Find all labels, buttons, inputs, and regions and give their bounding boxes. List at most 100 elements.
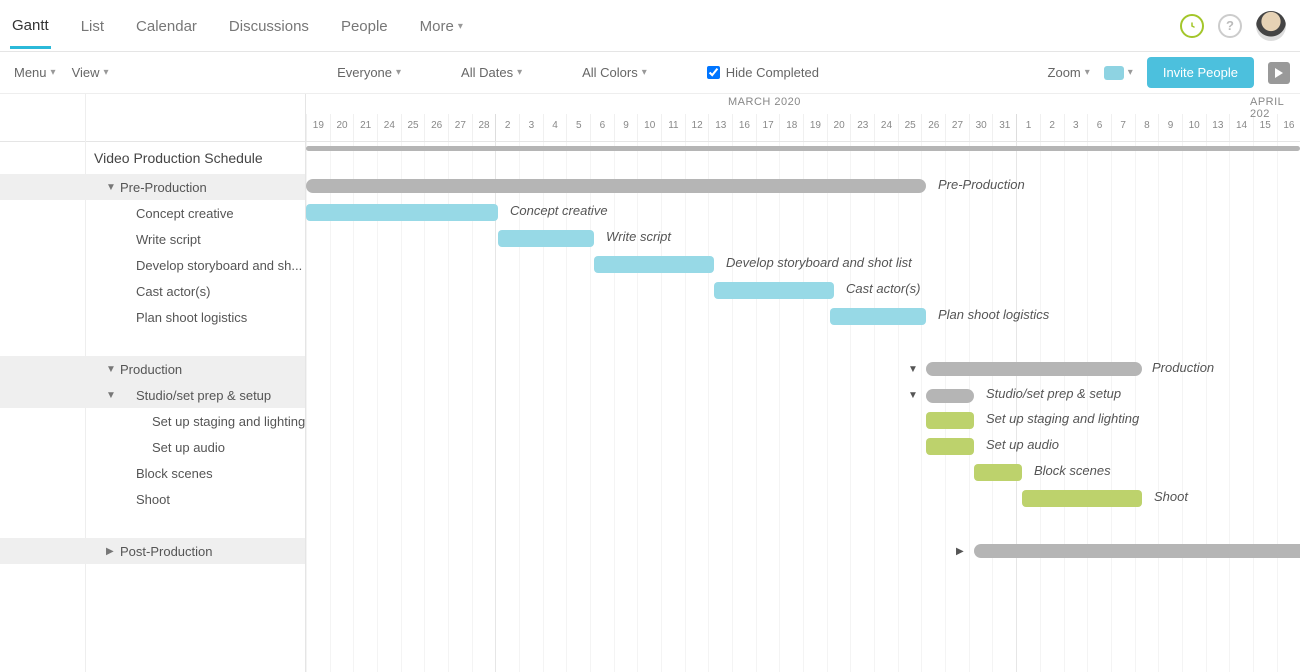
task-row-cast[interactable]: Cast actor(s) <box>0 278 305 304</box>
bar-cast[interactable] <box>714 282 834 299</box>
bar-label: Block scenes <box>1034 463 1111 478</box>
day-header-cell: 19 <box>803 114 827 141</box>
bar-staging[interactable] <box>926 412 974 429</box>
collapse-icon[interactable]: ▼ <box>908 364 918 375</box>
day-header-cell: 23 <box>850 114 874 141</box>
timeline-pane[interactable]: MARCH 2020 APRIL 202 1920212425262728234… <box>306 94 1300 672</box>
filter-colors[interactable]: All Colors ▾ <box>582 65 647 80</box>
day-header-cell: 26 <box>424 114 448 141</box>
tab-more[interactable]: More ▾ <box>418 3 465 49</box>
hide-completed-checkbox[interactable] <box>707 66 720 79</box>
hide-completed-label: Hide Completed <box>726 65 819 80</box>
bar-shoot[interactable] <box>1022 490 1142 507</box>
bar-label: Production <box>1152 360 1214 375</box>
nav-right: ? <box>1180 11 1292 41</box>
group-label: Pre-Production <box>120 180 207 195</box>
day-header-cell: 1 <box>1016 114 1040 141</box>
bar-production[interactable] <box>926 362 1142 376</box>
bar-audio[interactable] <box>926 438 974 455</box>
bar-postproduction[interactable] <box>974 544 1300 558</box>
month-row: MARCH 2020 APRIL 202 <box>306 94 1300 114</box>
bar-storyboard[interactable] <box>594 256 714 273</box>
zoom-color-button[interactable]: ▾ <box>1104 66 1133 80</box>
expand-icon[interactable]: ▶ <box>956 546 964 557</box>
toolbar: Menu ▾ View ▾ Everyone ▾ All Dates ▾ All… <box>0 52 1300 94</box>
menu-label: Menu <box>14 65 47 80</box>
collapse-icon[interactable]: ▼ <box>908 390 918 401</box>
collapse-icon[interactable]: ▼ <box>106 364 116 375</box>
tab-discussions[interactable]: Discussions <box>227 3 311 49</box>
bar-preproduction[interactable] <box>306 179 926 193</box>
filter-colors-label: All Colors <box>582 65 638 80</box>
day-header-cell: 17 <box>756 114 780 141</box>
menu-button[interactable]: Menu ▾ <box>14 65 56 80</box>
bar-label: Concept creative <box>510 203 608 218</box>
expand-icon[interactable]: ▶ <box>106 546 114 557</box>
month-label: MARCH 2020 <box>728 96 801 108</box>
task-row-shoot[interactable]: Shoot <box>0 486 305 512</box>
view-label: View <box>72 65 100 80</box>
bar-label: Write script <box>606 229 671 244</box>
task-list-pane: Video Production Schedule ▼ Pre-Producti… <box>0 94 306 672</box>
day-header-cell: 6 <box>1087 114 1111 141</box>
bar-studio[interactable] <box>926 389 974 403</box>
day-header-cell: 16 <box>732 114 756 141</box>
project-title-row: Video Production Schedule <box>0 142 305 174</box>
task-label: Concept creative <box>136 206 234 221</box>
task-row-block[interactable]: Block scenes <box>0 460 305 486</box>
bar-concept[interactable] <box>306 204 498 221</box>
bar-block[interactable] <box>974 464 1022 481</box>
task-row-script[interactable]: Write script <box>0 226 305 252</box>
task-row-storyboard[interactable]: Develop storyboard and sh... <box>0 252 305 278</box>
invite-people-button[interactable]: Invite People <box>1147 57 1254 88</box>
group-preproduction[interactable]: ▼ Pre-Production <box>0 174 305 200</box>
task-row-concept[interactable]: Concept creative <box>0 200 305 226</box>
view-button[interactable]: View ▾ <box>72 65 109 80</box>
task-row-logistics[interactable]: Plan shoot logistics <box>0 304 305 330</box>
content: Video Production Schedule ▼ Pre-Producti… <box>0 94 1300 672</box>
task-label: Set up staging and lighting <box>152 414 305 429</box>
bar-logistics[interactable] <box>830 308 926 325</box>
day-header-cell: 30 <box>969 114 993 141</box>
tab-gantt[interactable]: Gantt <box>10 3 51 49</box>
nav-tabs: Gantt List Calendar Discussions People M… <box>8 3 465 49</box>
collapse-icon[interactable]: ▼ <box>106 182 116 193</box>
filter-dates[interactable]: All Dates ▾ <box>461 65 522 80</box>
task-label: Cast actor(s) <box>136 284 210 299</box>
day-header-cell: 8 <box>1135 114 1159 141</box>
chevron-down-icon: ▾ <box>1085 67 1090 78</box>
avatar[interactable] <box>1256 11 1286 41</box>
collapse-icon[interactable]: ▼ <box>106 390 116 401</box>
day-row: 1920212425262728234569101112131617181920… <box>306 114 1300 141</box>
chevron-down-icon: ▾ <box>396 67 401 78</box>
task-label: Shoot <box>136 492 170 507</box>
tab-people[interactable]: People <box>339 3 390 49</box>
filter-people-label: Everyone <box>337 65 392 80</box>
bar-script[interactable] <box>498 230 594 247</box>
zoom-button[interactable]: Zoom ▾ <box>1048 65 1090 80</box>
tab-calendar[interactable]: Calendar <box>134 3 199 49</box>
day-header-cell: 5 <box>566 114 590 141</box>
group-studio[interactable]: ▼ Studio/set prep & setup <box>0 382 305 408</box>
group-postproduction[interactable]: ▶ Post-Production <box>0 538 305 564</box>
help-icon[interactable]: ? <box>1218 14 1242 38</box>
task-row-audio[interactable]: Set up audio <box>0 434 305 460</box>
day-header-cell: 26 <box>921 114 945 141</box>
day-header-cell: 31 <box>992 114 1016 141</box>
activity-icon[interactable] <box>1180 14 1204 38</box>
day-header-cell: 13 <box>708 114 732 141</box>
day-header-cell: 27 <box>945 114 969 141</box>
group-production[interactable]: ▼ Production <box>0 356 305 382</box>
task-label: Set up audio <box>152 440 225 455</box>
color-swatch <box>1104 66 1124 80</box>
day-header-cell: 25 <box>898 114 922 141</box>
task-row-staging[interactable]: Set up staging and lighting <box>0 408 305 434</box>
chevron-down-icon: ▾ <box>51 67 56 78</box>
tab-more-label: More <box>420 18 454 35</box>
export-icon[interactable] <box>1268 62 1290 84</box>
filter-people[interactable]: Everyone ▾ <box>337 65 401 80</box>
day-header-cell: 19 <box>306 114 330 141</box>
tab-list[interactable]: List <box>79 3 106 49</box>
hide-completed-toggle[interactable]: Hide Completed <box>707 65 819 80</box>
chevron-down-icon: ▾ <box>458 21 463 32</box>
